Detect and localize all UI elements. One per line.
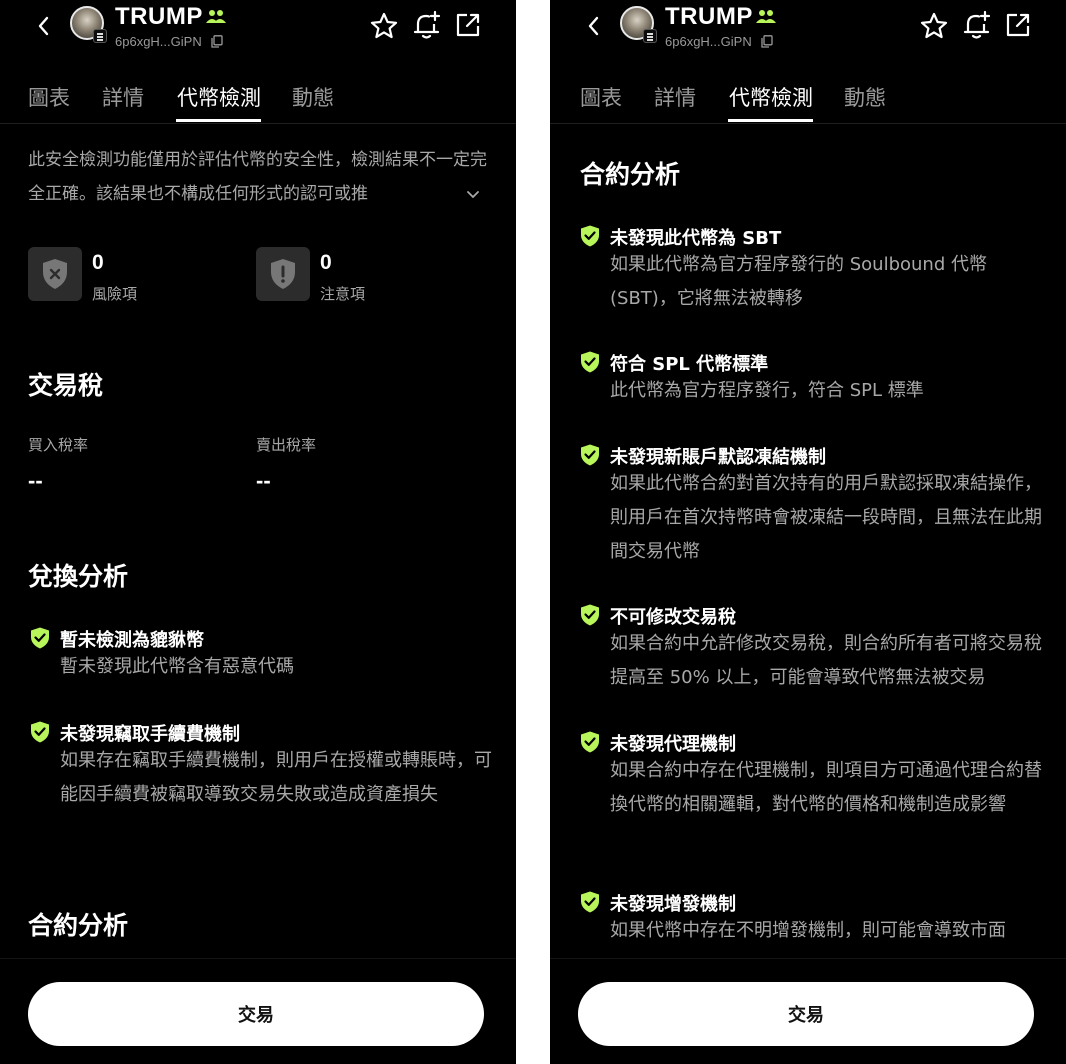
shield-exclamation-icon xyxy=(271,259,295,289)
contract-section-title: 合約分析 xyxy=(580,160,681,189)
tab-bar: 圖表 詳情 代幣檢測 動態 xyxy=(0,76,516,124)
shield-x-icon xyxy=(43,259,67,289)
header: TRUMP 6p6xgH...GiPN xyxy=(550,0,1066,60)
tab-details[interactable]: 詳情 xyxy=(654,82,696,112)
token-name: TRUMP xyxy=(665,3,753,30)
check-item-desc: 如果合約中存在代理機制，則項目方可通過代理合約替換代幣的相關邏輯，對代幣的價格和… xyxy=(610,760,1042,815)
check-item-title: 不可修改交易稅 xyxy=(610,607,736,628)
token-address: 6p6xgH...GiPN xyxy=(115,34,202,49)
token-address: 6p6xgH...GiPN xyxy=(665,34,752,49)
shield-check-icon xyxy=(581,604,599,626)
risk-count: 0 xyxy=(92,251,104,274)
tab-activity[interactable]: 動態 xyxy=(844,82,886,112)
check-item-desc: 如果此代幣為官方程序發行的 Soulbound 代幣 (SBT)，它將無法被轉移 xyxy=(610,254,987,309)
shield-check-icon xyxy=(581,731,599,753)
divider xyxy=(550,958,1066,959)
tax-section-title: 交易稅 xyxy=(28,371,104,400)
tab-token-check[interactable]: 代幣檢測 xyxy=(177,82,261,112)
header: TRUMP 6p6xgH...GiPN xyxy=(0,0,516,60)
trade-button[interactable]: 交易 xyxy=(28,982,484,1046)
star-icon[interactable] xyxy=(369,11,399,41)
check-item-desc: 如果代幣中存在不明增發機制，則可能會導致市面 xyxy=(610,920,1006,941)
shield-check-icon xyxy=(581,225,599,247)
shield-check-icon xyxy=(581,891,599,913)
check-item-desc: 暫未發現此代幣含有惡意代碼 xyxy=(60,656,294,677)
tab-activity[interactable]: 動態 xyxy=(292,82,334,112)
sell-tax-label: 賣出稅率 xyxy=(256,436,317,454)
shield-check-icon xyxy=(31,721,49,743)
shield-check-icon xyxy=(31,627,49,649)
sell-tax-value: -- xyxy=(256,468,271,493)
swap-section-title: 兌換分析 xyxy=(28,562,129,591)
risk-shield-box xyxy=(28,247,82,301)
copy-icon[interactable] xyxy=(761,35,773,48)
copy-icon[interactable] xyxy=(211,35,223,48)
tab-chart[interactable]: 圖表 xyxy=(580,82,622,112)
disclaimer-text: 此安全檢測功能僅用於評估代幣的安全性，檢測結果不一定完全正確。該結果也不構成任何… xyxy=(28,150,487,204)
token-name: TRUMP xyxy=(115,3,203,30)
tab-token-check[interactable]: 代幣檢測 xyxy=(729,82,813,112)
check-item-title: 符合 SPL 代幣標準 xyxy=(610,354,769,375)
back-icon[interactable] xyxy=(32,12,56,40)
check-item-title: 暫未檢測為貔貅幣 xyxy=(60,630,204,651)
token-avatar xyxy=(620,6,657,43)
bell-plus-icon[interactable] xyxy=(961,9,993,41)
right-screen: TRUMP 6p6xgH...GiPN 圖表 詳情 代幣檢測 動態 合約分析 未… xyxy=(550,0,1066,1064)
shield-check-icon xyxy=(581,351,599,373)
chevron-down-icon[interactable] xyxy=(465,186,481,202)
check-item-title: 未發現新賬戶默認凍結機制 xyxy=(610,447,826,468)
contract-section-title: 合約分析 xyxy=(28,911,129,940)
active-tab-indicator xyxy=(728,119,813,122)
chain-badge-icon xyxy=(93,29,107,43)
back-icon[interactable] xyxy=(582,12,606,40)
active-tab-indicator xyxy=(176,119,261,122)
trade-button[interactable]: 交易 xyxy=(578,982,1034,1046)
caution-shield-box xyxy=(256,247,310,301)
chain-badge-icon xyxy=(643,29,657,43)
check-item-title: 未發現此代幣為 SBT xyxy=(610,228,782,249)
community-icon xyxy=(206,10,226,23)
bell-plus-icon[interactable] xyxy=(411,9,443,41)
community-icon xyxy=(756,10,776,23)
token-avatar xyxy=(70,6,107,43)
buy-tax-value: -- xyxy=(28,468,43,493)
check-item-desc: 如果存在竊取手續費機制，則用戶在授權或轉賬時，可能因手續費被竊取導致交易失敗或造… xyxy=(60,750,492,805)
tab-chart[interactable]: 圖表 xyxy=(28,82,70,112)
shield-check-icon xyxy=(581,444,599,466)
caution-label: 注意項 xyxy=(320,285,366,303)
star-icon[interactable] xyxy=(919,11,949,41)
divider xyxy=(0,958,516,959)
caution-count: 0 xyxy=(320,251,332,274)
check-item-title: 未發現增發機制 xyxy=(610,894,736,915)
tab-details[interactable]: 詳情 xyxy=(102,82,144,112)
tab-bar: 圖表 詳情 代幣檢測 動態 xyxy=(550,76,1066,124)
check-item-title: 未發現代理機制 xyxy=(610,734,736,755)
check-item-desc: 如果此代幣合約對首次持有的用戶默認採取凍結操作，則用戶在首次持幣時會被凍結一段時… xyxy=(610,473,1042,562)
share-icon[interactable] xyxy=(1004,11,1032,39)
risk-label: 風險項 xyxy=(92,285,138,303)
left-screen: TRUMP 6p6xgH...GiPN 圖表 詳情 代幣檢測 動態 此安全檢測功… xyxy=(0,0,516,1064)
buy-tax-label: 買入稅率 xyxy=(28,436,89,454)
share-icon[interactable] xyxy=(454,11,482,39)
check-item-desc: 此代幣為官方程序發行，符合 SPL 標準 xyxy=(610,380,924,401)
check-item-title: 未發現竊取手續費機制 xyxy=(60,724,240,745)
check-item-desc: 如果合約中允許修改交易稅，則合約所有者可將交易稅提高至 50% 以上，可能會導致… xyxy=(610,633,1042,688)
